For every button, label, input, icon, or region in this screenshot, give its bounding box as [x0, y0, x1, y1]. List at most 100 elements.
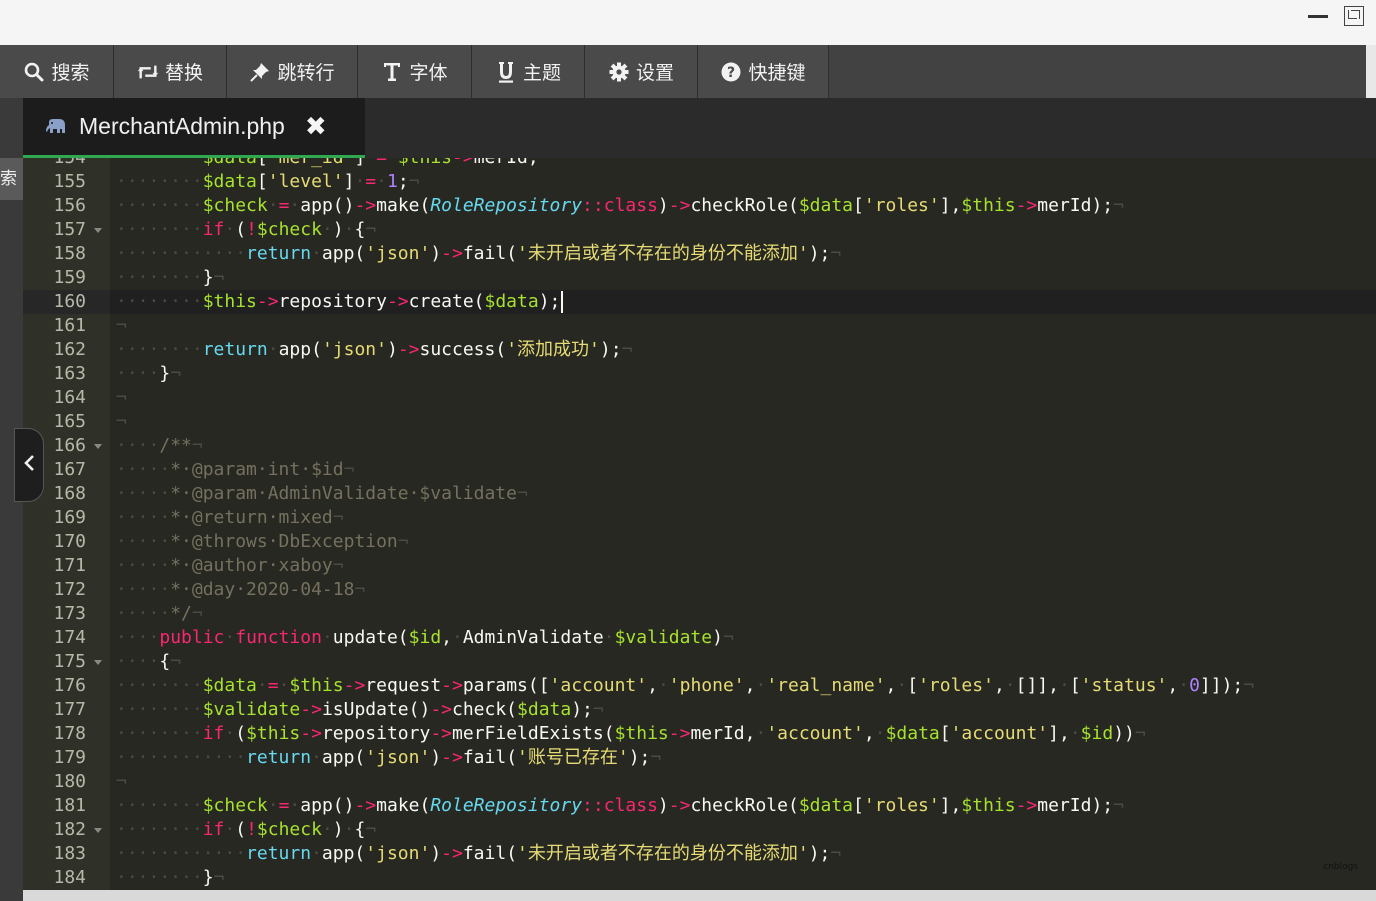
code-token: · — [224, 219, 236, 240]
code-text: ·····*·@param·int·$id¬ — [110, 458, 354, 482]
line-number: 179 — [53, 747, 86, 768]
code-token: ········ — [116, 267, 203, 288]
code-token: = — [365, 171, 377, 192]
code-line[interactable]: 161 ¬ — [23, 314, 1376, 338]
minimize-icon[interactable] — [1308, 15, 1328, 18]
code-line[interactable]: 182 ········if·(!$check·)·{¬ — [23, 818, 1376, 842]
toolbar-shortcuts-button[interactable]: ? 快捷键 — [698, 45, 829, 98]
code-token: '未开启或者不存在的身份不能添加' — [517, 843, 809, 864]
toolbar-font-button[interactable]: 字体 — [358, 45, 472, 98]
line-number: 176 — [53, 675, 86, 696]
toolbar-settings-button[interactable]: 设置 — [585, 45, 698, 98]
code-token: { — [354, 819, 366, 840]
code-text: ········$data['mer_id']·=·$this->merId; — [110, 158, 539, 170]
code-token: ¬ — [332, 555, 344, 576]
code-token: ¬ — [650, 747, 662, 768]
line-number: 171 — [53, 555, 86, 576]
code-token: · — [224, 627, 236, 648]
line-number-foldable[interactable]: 157 — [23, 218, 110, 242]
code-token: :: — [582, 795, 604, 816]
close-icon[interactable]: ✖ — [305, 114, 327, 140]
code-token: [ — [853, 195, 864, 216]
code-token: = — [278, 795, 290, 816]
code-token: · — [1069, 723, 1081, 744]
code-token: $validate — [614, 627, 713, 648]
code-token: $data — [798, 795, 854, 816]
code-line[interactable]: 163 ····}¬ — [23, 362, 1376, 386]
code-line[interactable]: 164 ¬ — [23, 386, 1376, 410]
code-line[interactable]: 167 ·····*·@param·int·$id¬ — [23, 458, 1376, 482]
code-line[interactable]: 180 ¬ — [23, 770, 1376, 794]
code-token: ) — [712, 627, 723, 648]
code-token: fail( — [462, 843, 518, 864]
code-line[interactable]: 155 ········$data['level']·=·1;¬ — [23, 170, 1376, 194]
code-line[interactable]: 184 ········}¬ — [23, 866, 1376, 890]
code-line[interactable]: 156 ········$check·=·app()->make(RoleRepo… — [23, 194, 1376, 218]
code-line[interactable]: 172 ·····*·@day·2020-04-18¬ — [23, 578, 1376, 602]
line-number-foldable[interactable]: 182 — [23, 818, 110, 842]
toolbar-font-label: 字体 — [409, 62, 448, 84]
code-line[interactable]: 183 ············return·app('json')->fail(… — [23, 842, 1376, 866]
code-token: · — [278, 675, 290, 696]
code-token: success( — [419, 339, 507, 360]
code-token: $data — [202, 675, 257, 696]
code-line[interactable]: 158 ············return·app('json')->fail(… — [23, 242, 1376, 266]
code-line[interactable]: 176 ········$data·=·$this->request->param… — [23, 674, 1376, 698]
code-token: ) — [332, 819, 344, 840]
code-line[interactable]: 179 ············return·app('json')->fail(… — [23, 746, 1376, 770]
code-text: ············return·app('json')->fail('未开… — [110, 842, 841, 866]
code-line[interactable]: 165 ¬ — [23, 410, 1376, 434]
line-number-foldable[interactable]: 175 — [23, 650, 110, 674]
code-token: · — [224, 723, 236, 744]
pin-icon — [249, 61, 271, 83]
code-token: ········ — [116, 171, 203, 192]
code-line[interactable]: 159 ········}¬ — [23, 266, 1376, 290]
horizontal-scrollbar[interactable] — [23, 890, 1376, 901]
code-token: app( — [321, 747, 366, 768]
code-line[interactable]: 160 ········$this->repository->create($da… — [23, 290, 1376, 314]
toolbar-replace-button[interactable]: 替换 — [114, 45, 227, 98]
toolbar-search-button[interactable]: 搜索 — [0, 45, 114, 98]
code-token: 'account' — [950, 723, 1049, 744]
code-token: · — [452, 627, 463, 648]
tab-merchantadmin-php[interactable]: MerchantAdmin.php ✖ — [23, 98, 365, 158]
collapse-sidebar-button[interactable] — [14, 428, 44, 502]
gear-icon — [608, 61, 630, 83]
code-token: '账号已存在' — [517, 747, 629, 768]
code-line[interactable]: 170 ·····*·@throws·DbException¬ — [23, 530, 1376, 554]
code-token: · — [256, 675, 268, 696]
code-line[interactable]: 177 ········$validate->isUpdate()->check(… — [23, 698, 1376, 722]
code-line[interactable]: 169 ·····*·@return·mixed¬ — [23, 506, 1376, 530]
code-editor[interactable]: 154········$data['mer_id']·=·$this->merI… — [23, 158, 1376, 890]
code-line[interactable]: 171 ·····*·@author·xaboy¬ — [23, 554, 1376, 578]
code-line[interactable]: 168 ·····*·@param·AdminValidate·$validate… — [23, 482, 1376, 506]
code-line[interactable]: 166 ····/**¬ — [23, 434, 1376, 458]
code-token: { — [354, 219, 366, 240]
code-token: class — [603, 795, 658, 816]
code-token: · — [657, 675, 669, 696]
code-line[interactable]: 178 ········if·($this->repository->merFie… — [23, 722, 1376, 746]
code-token: *·@throws·DbException — [170, 531, 398, 552]
code-line[interactable]: 157 ········if·(!$check·)·{¬ — [23, 218, 1376, 242]
code-token: { — [159, 651, 171, 672]
code-line[interactable]: 175 ····{¬ — [23, 650, 1376, 674]
toolbar-goto-line-button[interactable]: 跳转行 — [227, 45, 358, 98]
toolbar-theme-button[interactable]: 主题 — [472, 45, 585, 98]
code-token: · — [311, 243, 322, 264]
code-line[interactable]: 174 ····public·function·update($id,·Admin… — [23, 626, 1376, 650]
toolbar-goto-line-label: 跳转行 — [277, 62, 335, 84]
code-token: $this — [289, 675, 344, 696]
code-lines[interactable]: 154········$data['mer_id']·=·$this->merI… — [23, 158, 1376, 890]
sidebar-search-stub[interactable]: 索 — [0, 158, 23, 200]
code-line[interactable]: 173 ·····*/¬ — [23, 602, 1376, 626]
code-line[interactable]: 181 ········$check·=·app()->make(RoleRepo… — [23, 794, 1376, 818]
code-line[interactable]: 154········$data['mer_id']·=·$this->merI… — [23, 158, 1376, 170]
code-token: ¬ — [1134, 723, 1146, 744]
code-token: [ — [907, 675, 919, 696]
code-token: ¬ — [397, 531, 409, 552]
code-token: '] — [344, 158, 366, 168]
code-token: ···· — [116, 363, 160, 384]
maximize-icon[interactable] — [1344, 6, 1364, 26]
code-line[interactable]: 162 ········return·app('json')->success('… — [23, 338, 1376, 362]
code-token: ! — [246, 219, 257, 240]
